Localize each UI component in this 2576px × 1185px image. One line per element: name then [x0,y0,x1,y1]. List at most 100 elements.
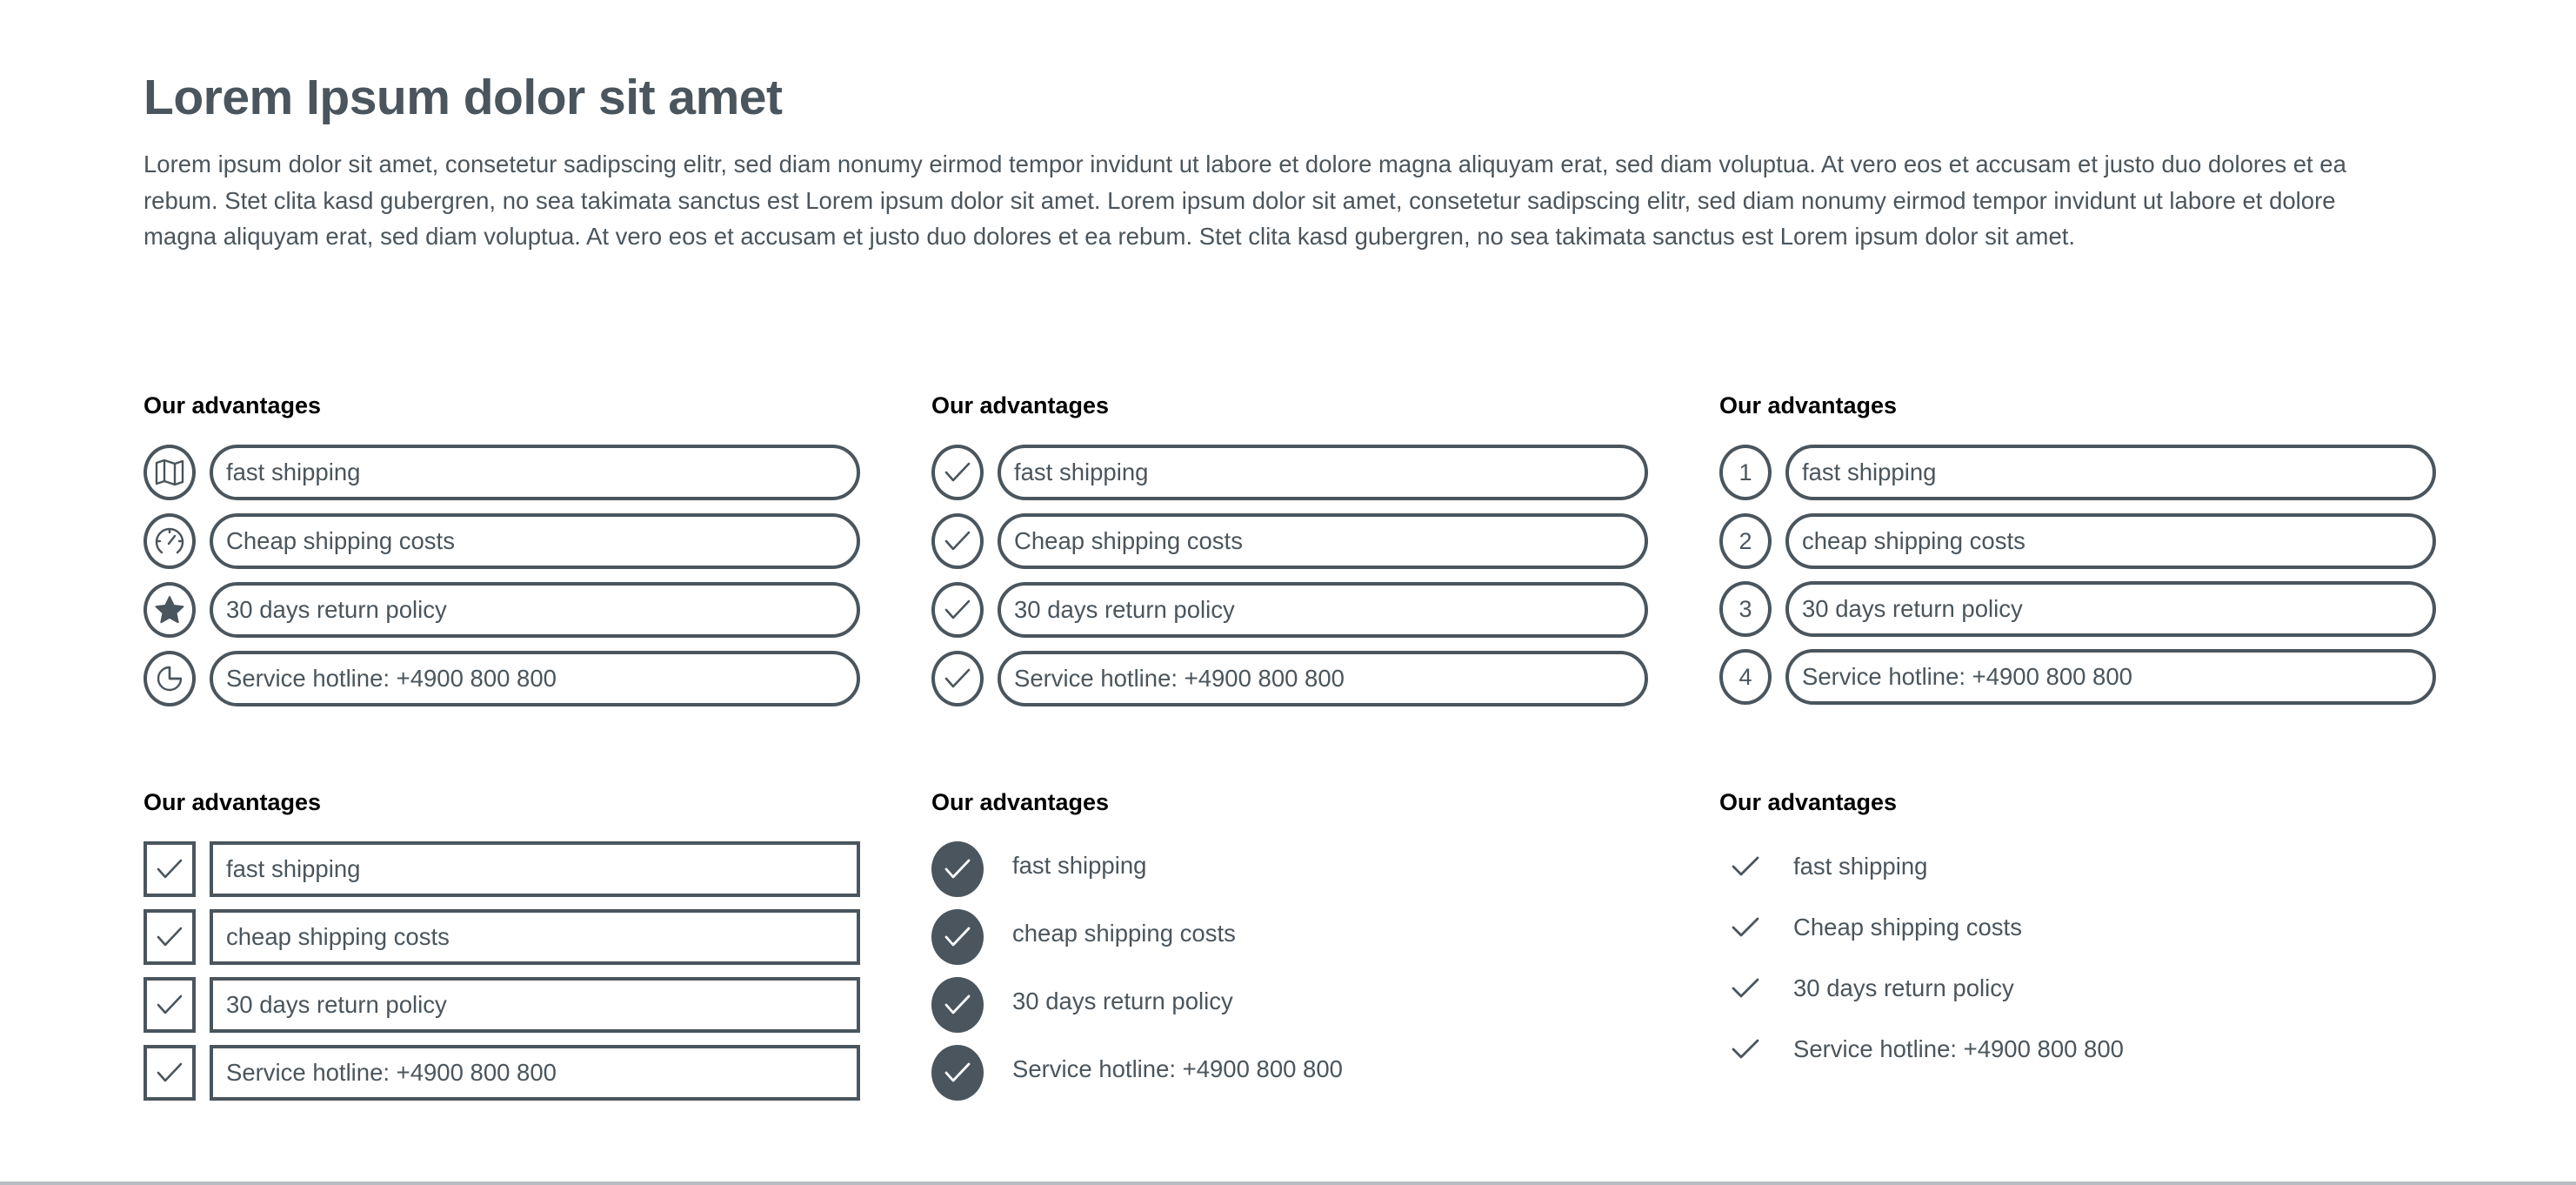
check-icon [143,909,196,965]
list-item: fast shipping [143,841,860,897]
check-icon [1719,839,1772,894]
check-icon [931,651,984,706]
advantage-field: 30 days return policy [210,582,860,638]
number-badge: 4 [1719,649,1772,705]
advantage-field: 30 days return policy [210,977,860,1033]
advantage-field: cheap shipping costs [210,909,860,965]
advantage-label: 30 days return policy [1012,988,1233,1014]
advantage-field: Cheap shipping costs [998,513,1648,569]
check-icon [143,841,196,897]
list-item: cheap shipping costs [931,909,1648,965]
check-icon [1719,1021,1772,1077]
list-item: Service hotline: +4900 800 800 [931,651,1648,706]
list-item: 30 days return policy [931,977,1648,1033]
list-item: 30 days return policy [143,977,860,1033]
list-item: Service hotline: +4900 800 800 [1719,1021,2436,1077]
list-item: fast shipping [1719,839,2436,894]
advantage-label: Service hotline: +4900 800 800 [1802,663,2132,690]
advantage-label: cheap shipping costs [226,923,450,950]
card-heading: Our advantages [1719,789,1898,815]
check-icon [143,977,196,1033]
advantage-field: cheap shipping costs [1785,513,2436,569]
advantage-field: fast shipping [210,841,860,897]
advantage-field: fast shipping [210,445,860,500]
check-circle-filled-icon [931,841,984,897]
check-icon [931,445,984,500]
advantage-label: 30 days return policy [226,991,447,1018]
list-item: fast shipping [931,841,1648,897]
check-circle-filled-icon [931,909,984,965]
advantage-field: Cheap shipping costs [210,513,860,569]
advantage-label: fast shipping [1793,853,1928,880]
check-icon [1719,900,1772,955]
intro-paragraph: Lorem ipsum dolor sit amet, consetetur s… [143,151,2346,251]
number-label: 3 [1738,595,1752,622]
number-label: 2 [1738,527,1752,554]
advantage-label: 30 days return policy [1014,596,1235,623]
list-item: Service hotline: +4900 800 800 [143,1045,860,1101]
number-label: 1 [1738,459,1752,485]
list-item: fast shipping [931,445,1648,500]
advantage-label: cheap shipping costs [1802,527,2025,554]
advantage-label: fast shipping [1802,459,1937,485]
check-circle-filled-icon [931,1045,984,1101]
check-circle-filled-icon [931,977,984,1033]
advantage-label: Cheap shipping costs [1793,914,2022,941]
advantage-label: Service hotline: +4900 800 800 [1014,665,1345,692]
advantage-field: fast shipping [998,445,1648,500]
advantage-label: Service hotline: +4900 800 800 [226,1059,557,1086]
card-heading: Our advantages [931,392,1110,418]
check-icon [1719,961,1772,1016]
advantage-field: Service hotline: +4900 800 800 [210,651,860,706]
list-item: 1 fast shipping [1719,445,2436,500]
list-item: cheap shipping costs [143,909,860,965]
speedometer-icon [143,513,196,569]
list-item: 30 days return policy [1719,961,2436,1016]
advantage-field: Service hotline: +4900 800 800 [998,651,1648,706]
card-heading: Our advantages [143,789,322,815]
card-heading: Our advantages [1719,392,1898,418]
advantage-field: Service hotline: +4900 800 800 [210,1045,860,1101]
advantage-label: fast shipping [1012,852,1147,879]
advantage-label: Cheap shipping costs [226,527,455,554]
star-icon [143,582,196,638]
advantage-field: 30 days return policy [1785,581,2436,637]
map-icon [143,445,196,500]
advantage-label: 30 days return policy [226,596,447,623]
check-icon [931,513,984,569]
advantage-label: 30 days return policy [1802,595,2023,622]
advantage-field: Service hotline: +4900 800 800 [1785,649,2436,705]
list-item: 4 Service hotline: +4900 800 800 [1719,649,2436,705]
list-item: 30 days return policy [143,582,860,638]
advantage-field: 30 days return policy [998,582,1648,638]
list-item: Cheap shipping costs [931,513,1648,569]
advantage-label: 30 days return policy [1793,974,2014,1001]
advantage-label: Service hotline: +4900 800 800 [1012,1055,1343,1082]
pie-chart-icon [143,651,196,706]
check-icon [143,1045,196,1101]
check-icon [931,582,984,638]
card-heading: Our advantages [143,392,322,418]
number-badge: 1 [1719,445,1772,500]
advantage-label: Service hotline: +4900 800 800 [1793,1035,2124,1062]
advantage-label: cheap shipping costs [1012,920,1236,947]
number-label: 4 [1738,663,1752,690]
advantage-label: fast shipping [226,855,361,882]
advantage-label: fast shipping [226,459,361,485]
list-item: 30 days return policy [931,582,1648,638]
card-heading: Our advantages [931,789,1110,815]
page-divider [0,1182,2576,1185]
list-item: 3 30 days return policy [1719,581,2436,637]
advantage-field: fast shipping [1785,445,2436,500]
list-item: 2 cheap shipping costs [1719,513,2436,569]
advantage-label: Cheap shipping costs [1014,527,1243,554]
advantage-label: fast shipping [1014,459,1149,485]
list-item: Cheap shipping costs [143,513,860,569]
list-item: Service hotline: +4900 800 800 [143,651,860,706]
page-title: Lorem Ipsum dolor sit amet [143,70,783,125]
list-item: Cheap shipping costs [1719,900,2436,955]
number-badge: 2 [1719,513,1772,569]
number-badge: 3 [1719,581,1772,637]
list-item: fast shipping [143,445,860,500]
advantage-label: Service hotline: +4900 800 800 [226,665,557,692]
